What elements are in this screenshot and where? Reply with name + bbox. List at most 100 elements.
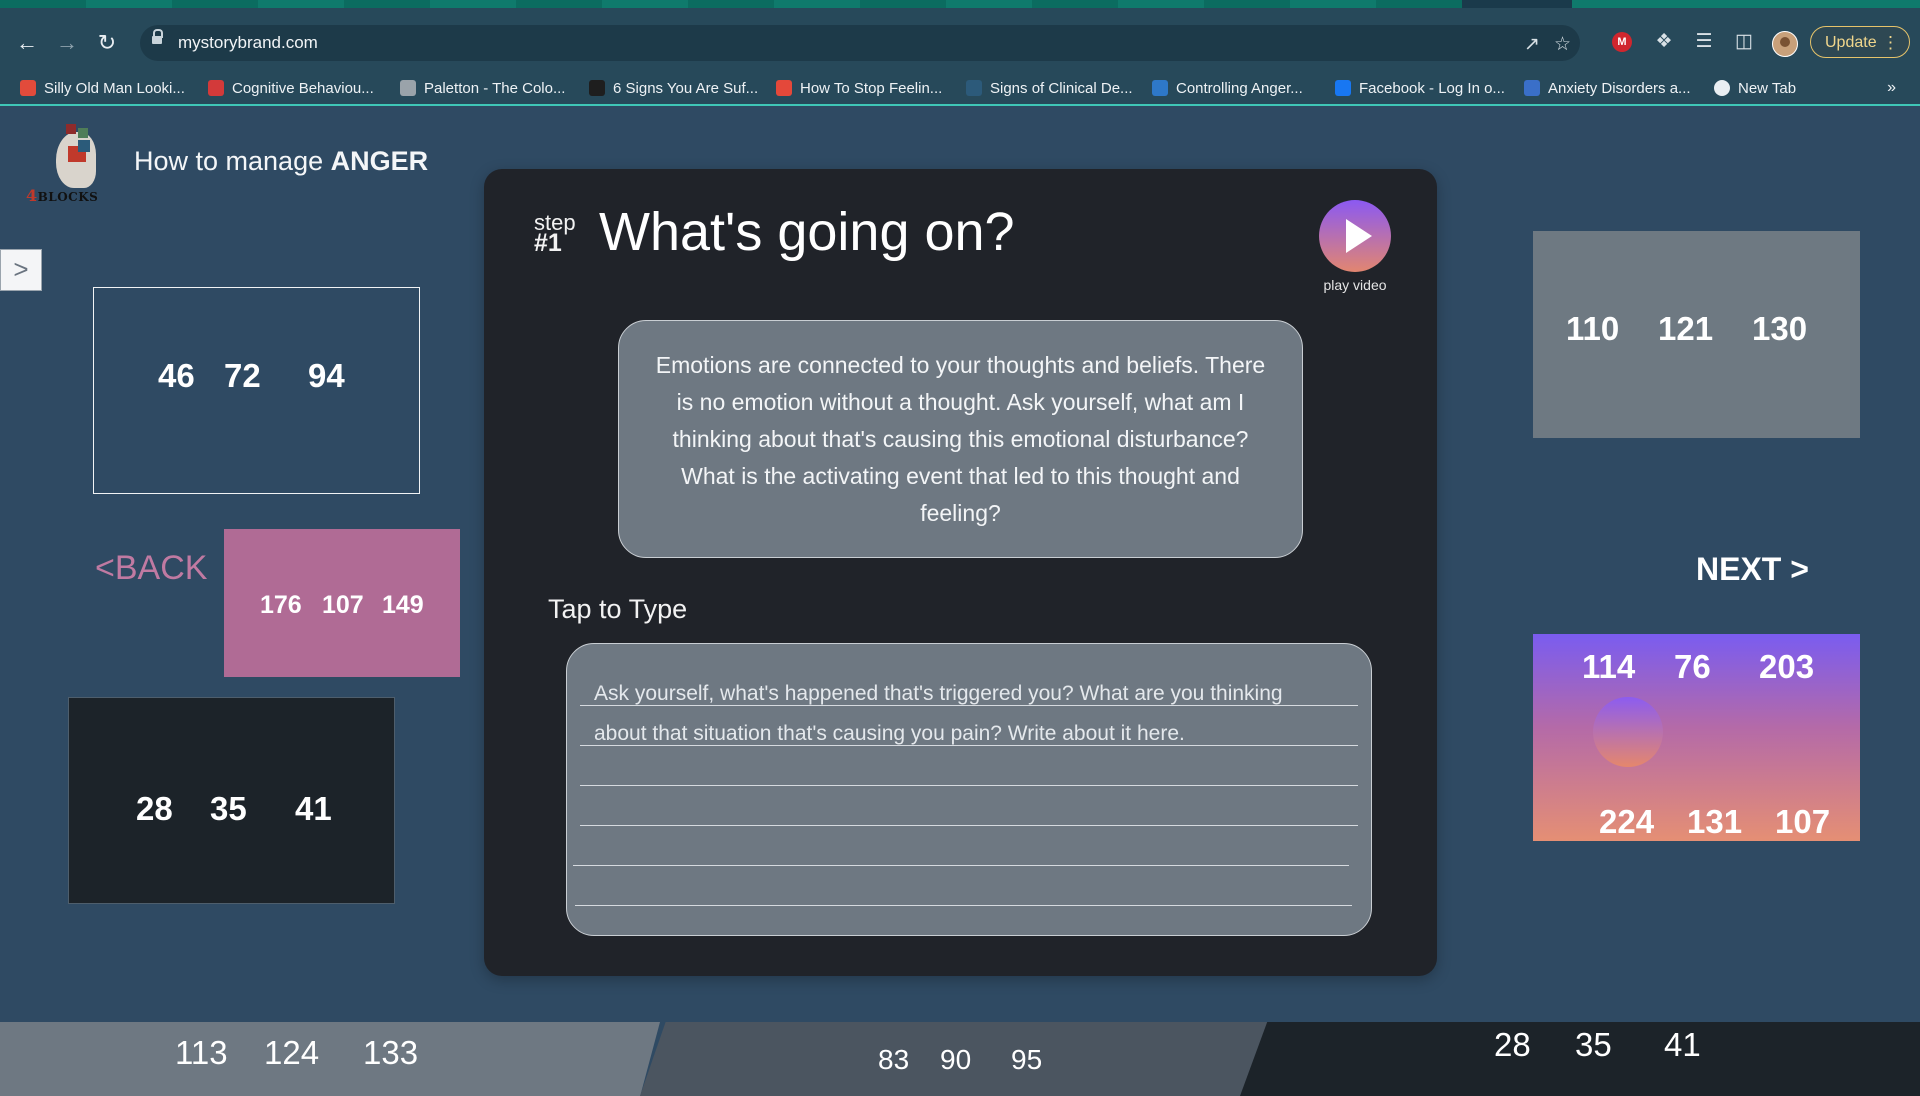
- bookmarks-overflow-button[interactable]: »: [1887, 79, 1896, 97]
- next-link[interactable]: NEXT >: [1696, 551, 1809, 588]
- play-video-button[interactable]: [1319, 200, 1391, 272]
- swatch-value: 121: [1658, 310, 1714, 347]
- bookmark-label: New Tab: [1738, 80, 1797, 97]
- drawer-toggle-button[interactable]: >: [0, 249, 42, 291]
- color-swatch-bottom-left: 28 35 41: [68, 697, 395, 904]
- bottom-swatch-value: 90: [940, 1044, 972, 1075]
- bookmark-item[interactable]: Signs of Clinical De...: [966, 79, 1133, 99]
- logo-brand: 4BLOCKS: [26, 186, 98, 205]
- bookmark-label: 6 Signs You Are Suf...: [613, 80, 759, 97]
- swatch-value: 131: [1687, 803, 1743, 840]
- bookmark-item[interactable]: Silly Old Man Looki...: [20, 79, 185, 99]
- color-swatch-gradient: 114 76 203 224 131 107: [1533, 634, 1860, 841]
- side-panel-icon[interactable]: ◫: [1732, 30, 1756, 54]
- page-title: How to manage ANGER: [134, 146, 428, 177]
- browser-tab-strip[interactable]: [0, 0, 1920, 8]
- site-logo[interactable]: 4BLOCKS: [26, 124, 106, 208]
- media-queue-icon[interactable]: ☰: [1692, 30, 1716, 54]
- swatch-value: 114: [1582, 648, 1636, 685]
- bottom-swatch-left: [0, 1022, 660, 1096]
- extensions-puzzle-icon[interactable]: ❖: [1652, 30, 1676, 54]
- swatch-value: 176: [260, 591, 302, 619]
- gradient-orb: [1593, 697, 1663, 767]
- bookmark-label: How To Stop Feelin...: [800, 80, 943, 97]
- forward-arrow-icon[interactable]: →: [54, 30, 80, 56]
- extension-m-icon[interactable]: M: [1612, 32, 1632, 52]
- bookmark-star-icon[interactable]: ☆: [1554, 33, 1571, 56]
- swatch-value: 28: [136, 790, 173, 827]
- bookmark-label: Cognitive Behaviou...: [232, 80, 374, 97]
- bookmark-label: Silly Old Man Looki...: [44, 80, 185, 97]
- bottom-color-strip: 113 124 133 83 90 95 28 35 41: [0, 1022, 1920, 1096]
- swatch-value: 76: [1674, 648, 1711, 685]
- bottom-swatch-value: 113: [175, 1034, 228, 1071]
- info-text-bubble: Emotions are connected to your thoughts …: [618, 320, 1303, 558]
- bookmark-item[interactable]: Cognitive Behaviou...: [208, 79, 374, 99]
- bookmark-favicon-icon: [400, 80, 416, 96]
- page-title-emphasis: ANGER: [330, 146, 429, 176]
- bookmark-favicon-icon: [776, 80, 792, 96]
- profile-avatar[interactable]: [1772, 31, 1798, 57]
- step-number: #1: [534, 229, 562, 257]
- tap-to-type-label: Tap to Type: [548, 594, 688, 624]
- bookmark-favicon-icon: [1524, 80, 1540, 96]
- lock-icon: [152, 29, 163, 45]
- address-bar[interactable]: mystorybrand.com ↗ ☆: [140, 25, 1580, 61]
- swatch-value: 46: [158, 357, 195, 394]
- play-video-label[interactable]: play video: [1290, 277, 1420, 293]
- swatch-value: 149: [382, 591, 424, 619]
- bookmark-item[interactable]: How To Stop Feelin...: [776, 79, 942, 99]
- reload-icon[interactable]: ↻: [94, 30, 120, 56]
- swatch-value: 35: [210, 790, 247, 827]
- bookmark-favicon-icon: [1335, 80, 1351, 96]
- bookmark-label: Controlling Anger...: [1176, 80, 1303, 97]
- bookmark-label: Facebook - Log In o...: [1359, 80, 1505, 97]
- swatch-value: 107: [1775, 803, 1831, 840]
- step-card: step #1 What's going on? play video Emot…: [484, 169, 1437, 976]
- color-swatch-top-left: 46 72 94: [93, 287, 420, 494]
- bookmark-item[interactable]: New Tab: [1714, 79, 1796, 99]
- bookmark-favicon-icon: [966, 80, 982, 96]
- url-text[interactable]: mystorybrand.com: [178, 33, 318, 53]
- swatch-value: 41: [295, 790, 332, 827]
- color-swatch-back: 176 107 149: [224, 529, 460, 677]
- browser-toolbar: ← → ↻ mystorybrand.com ↗ ☆ M ❖ ☰ ◫ Updat…: [0, 8, 1920, 74]
- journal-text-input[interactable]: Ask yourself, what's happened that's tri…: [566, 643, 1372, 936]
- back-arrow-icon[interactable]: ←: [14, 30, 40, 56]
- bookmarks-bar: Silly Old Man Looki... Cognitive Behavio…: [0, 74, 1920, 106]
- bookmark-favicon-icon: [20, 80, 36, 96]
- page-title-prefix: How to manage: [134, 146, 331, 176]
- journal-placeholder: Ask yourself, what's happened that's tri…: [594, 682, 1283, 745]
- swatch-value: 94: [308, 357, 345, 394]
- bottom-swatch-value: 83: [878, 1044, 910, 1075]
- swatch-value: 203: [1759, 648, 1815, 685]
- bookmark-favicon-icon: [1152, 80, 1168, 96]
- bookmark-item[interactable]: Controlling Anger...: [1152, 79, 1303, 99]
- share-icon[interactable]: ↗: [1524, 33, 1540, 56]
- bottom-swatch-value: 95: [1011, 1044, 1043, 1075]
- bookmark-item[interactable]: Facebook - Log In o...: [1335, 79, 1505, 99]
- logo-brand-prefix: 4: [26, 186, 38, 205]
- swatch-value: 110: [1566, 310, 1620, 347]
- bookmark-favicon-icon: [589, 80, 605, 96]
- menu-dots-icon: ⋮: [1882, 33, 1899, 52]
- card-title: What's going on?: [599, 202, 1015, 262]
- update-button[interactable]: Update ⋮: [1810, 26, 1910, 58]
- back-link[interactable]: <BACK: [95, 549, 207, 588]
- step-indicator: step #1: [534, 212, 576, 257]
- swatch-value: 224: [1599, 803, 1655, 840]
- bookmark-favicon-icon: [208, 80, 224, 96]
- swatch-value: 130: [1752, 310, 1808, 347]
- bottom-swatch-value: 28: [1494, 1026, 1531, 1063]
- bookmark-label: Paletton - The Colo...: [424, 80, 566, 97]
- bookmark-item[interactable]: 6 Signs You Are Suf...: [589, 79, 758, 99]
- swatch-value: 107: [322, 591, 364, 619]
- swatch-value: 72: [224, 357, 261, 394]
- bottom-swatch-value: 35: [1575, 1026, 1612, 1063]
- bookmark-label: Anxiety Disorders a...: [1548, 80, 1691, 97]
- bottom-swatch-value: 41: [1664, 1026, 1701, 1063]
- logo-brand-text: BLOCKS: [37, 190, 99, 204]
- bookmark-favicon-icon: [1714, 80, 1730, 96]
- bookmark-item[interactable]: Anxiety Disorders a...: [1524, 79, 1691, 99]
- bookmark-item[interactable]: Paletton - The Colo...: [400, 79, 565, 99]
